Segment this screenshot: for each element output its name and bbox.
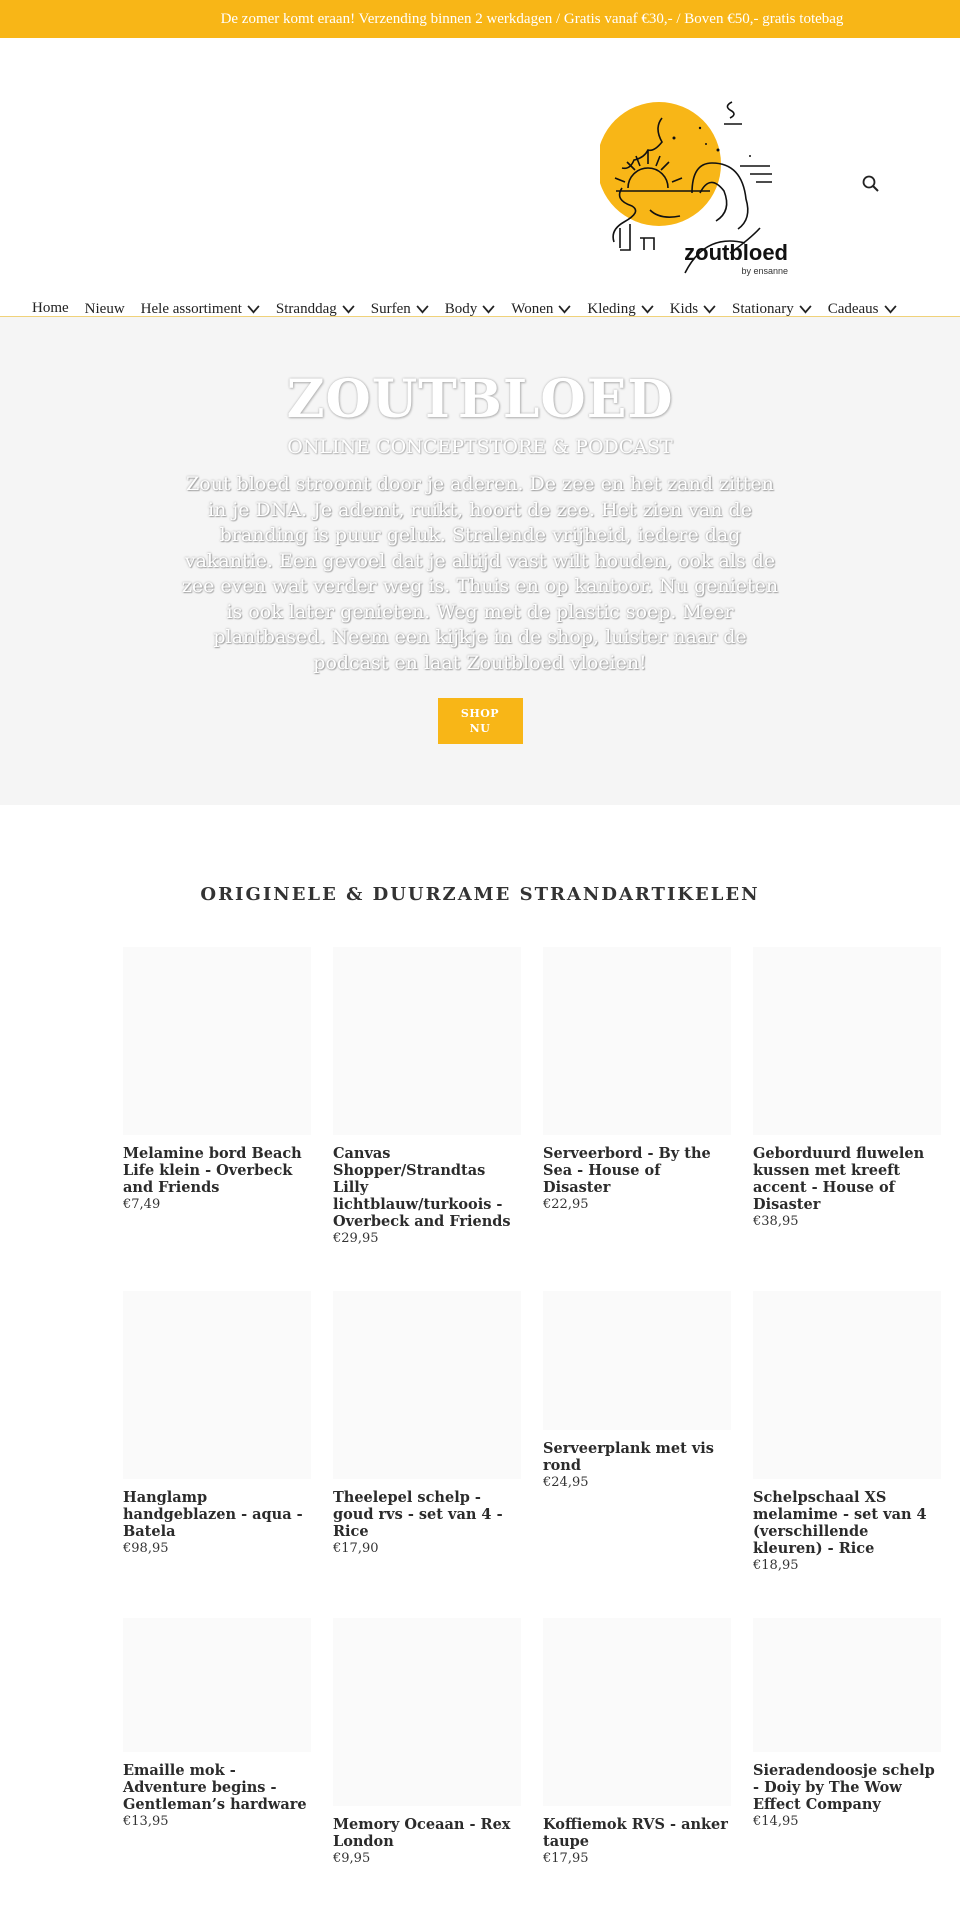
nav-item-body[interactable]: Body bbox=[445, 300, 496, 318]
product-card[interactable]: Serveerbord - By the Sea - House of Disa… bbox=[543, 947, 731, 1212]
nav-label: Surfen bbox=[370, 300, 411, 317]
product-image[interactable] bbox=[123, 1618, 311, 1752]
nav-label: Nieuw bbox=[84, 300, 125, 317]
shop-now-label: SHOP NU bbox=[460, 707, 500, 735]
zoutbloed-logo[interactable]: zoutbloed by ensanne bbox=[600, 98, 790, 284]
product-image[interactable] bbox=[753, 947, 941, 1135]
product-title[interactable]: Memory Oceaan - Rex London bbox=[333, 1816, 521, 1850]
chevron-down-icon bbox=[482, 304, 495, 314]
nav-item-surfen[interactable]: Surfen bbox=[371, 300, 429, 318]
nav-label: Stranddag bbox=[275, 300, 337, 317]
hero-banner: ZOUTBLOED ONLINE CONCEPTSTORE & PODCAST … bbox=[0, 317, 960, 805]
chevron-down-icon bbox=[342, 304, 355, 314]
product-image[interactable] bbox=[333, 1291, 521, 1479]
product-price: €38,95 bbox=[753, 1214, 799, 1229]
chevron-down-icon bbox=[703, 304, 716, 314]
chevron-down-icon bbox=[883, 304, 897, 314]
product-price: €98,95 bbox=[123, 1541, 169, 1556]
site-header: zoutbloed by ensanne Home Nieuw Hele assor… bbox=[0, 38, 960, 318]
product-price: €7,49 bbox=[123, 1197, 161, 1212]
product-price: €24,95 bbox=[543, 1475, 589, 1490]
nav-label: Hele assortiment bbox=[140, 300, 242, 317]
product-image[interactable] bbox=[123, 1291, 311, 1479]
product-title[interactable]: Serveerplank met vis rond bbox=[543, 1440, 731, 1474]
product-image[interactable] bbox=[753, 1291, 941, 1479]
product-price: €22,95 bbox=[543, 1197, 589, 1212]
nav-item-cadeaus[interactable]: Cadeaus bbox=[828, 300, 897, 318]
product-card[interactable]: Hanglamp handgeblazen - aqua - Batela €98… bbox=[123, 1291, 311, 1556]
product-image[interactable] bbox=[753, 1618, 941, 1752]
shop-now-button[interactable]: SHOP NU bbox=[437, 698, 523, 744]
product-image[interactable] bbox=[123, 947, 311, 1135]
product-title[interactable]: Melamine bord Beach Life klein - Overbec… bbox=[123, 1145, 311, 1196]
product-price: €14,95 bbox=[753, 1814, 799, 1829]
hero-title: ZOUTBLOED bbox=[286, 369, 674, 430]
nav-item-wonen[interactable]: Wonen bbox=[511, 300, 571, 318]
section-title: ORIGINELE & DUURZAME STRANDARTIKELEN bbox=[200, 884, 760, 905]
product-card[interactable]: Koffiemok RVS - anker taupe €17,95 bbox=[543, 1618, 731, 1866]
product-price: €17,90 bbox=[333, 1541, 379, 1556]
product-card[interactable]: Serveerplank met vis rond €24,95 bbox=[543, 1291, 731, 1490]
product-price: €13,95 bbox=[123, 1814, 169, 1829]
product-grid: Melamine bord Beach Life klein - Overbec… bbox=[123, 947, 941, 1911]
product-card[interactable]: Schelpschaal XS melamime - set van 4 (ve… bbox=[753, 1291, 941, 1573]
search-icon[interactable] bbox=[861, 174, 881, 194]
product-card[interactable]: Canvas Shopper/Strandtas Lilly lichtblau… bbox=[333, 947, 521, 1246]
chevron-down-icon bbox=[416, 304, 429, 314]
product-title[interactable]: Sieradendoosje schelp - Doiy by The Wow … bbox=[753, 1762, 941, 1813]
product-image[interactable] bbox=[333, 947, 521, 1135]
logo-wordmark: zoutbloed bbox=[684, 240, 788, 265]
product-card[interactable]: Emaille mok -Adventure begins - Gentlema… bbox=[123, 1618, 311, 1829]
main-nav: Home Nieuw Hele assortiment Stranddag Surfen… bbox=[32, 300, 897, 318]
product-title[interactable]: Geborduurd fluwelen kussen met kreeft ac… bbox=[753, 1145, 941, 1213]
product-title[interactable]: Koffiemok RVS - anker taupe bbox=[543, 1816, 731, 1850]
nav-label: Kids bbox=[669, 300, 699, 317]
nav-item-hele-assortiment[interactable]: Hele assortiment bbox=[141, 300, 260, 318]
nav-label: Wonen bbox=[511, 300, 554, 317]
nav-label: Stationary bbox=[732, 300, 794, 317]
product-price: €29,95 bbox=[333, 1231, 379, 1246]
product-title[interactable]: Serveerbord - By the Sea - House of Disa… bbox=[543, 1145, 731, 1196]
product-card[interactable]: Geborduurd fluwelen kussen met kreeft ac… bbox=[753, 947, 941, 1229]
announcement-text: De zomer komt eraan! Verzending binnen 2… bbox=[220, 10, 844, 27]
product-price: €17,95 bbox=[543, 1851, 589, 1866]
product-title[interactable]: Hanglamp handgeblazen - aqua - Batela bbox=[123, 1489, 311, 1540]
nav-item-nieuw[interactable]: Nieuw bbox=[85, 300, 125, 318]
product-price: €9,95 bbox=[333, 1851, 371, 1866]
product-card[interactable]: Melamine bord Beach Life klein - Overbec… bbox=[123, 947, 311, 1212]
logo-tagline: by ensanne bbox=[741, 266, 788, 276]
product-card[interactable]: Sieradendoosje schelp - Doiy by The Wow … bbox=[753, 1618, 941, 1829]
product-row: Melamine bord Beach Life klein - Overbec… bbox=[123, 947, 941, 1246]
nav-label: Body bbox=[444, 300, 478, 317]
nav-item-stranddag[interactable]: Stranddag bbox=[276, 300, 355, 318]
nav-label: Home bbox=[32, 300, 69, 318]
nav-item-stationary[interactable]: Stationary bbox=[732, 300, 812, 318]
chevron-down-icon bbox=[641, 304, 654, 314]
hero-text: Zout bloed stroomt door je aderen. De ze… bbox=[181, 473, 779, 674]
nav-item-kleding[interactable]: Kleding bbox=[587, 300, 654, 318]
product-title[interactable]: Schelpschaal XS melamime - set van 4 (ve… bbox=[753, 1489, 941, 1557]
product-card[interactable]: Memory Oceaan - Rex London €9,95 bbox=[333, 1618, 521, 1866]
nav-item-home[interactable]: Home bbox=[32, 300, 69, 318]
product-image[interactable] bbox=[543, 1291, 731, 1430]
product-title[interactable]: Theelepel schelp - goud rvs - set van 4 … bbox=[333, 1489, 521, 1540]
product-card[interactable]: Theelepel schelp - goud rvs - set van 4 … bbox=[333, 1291, 521, 1556]
announcement-bar: De zomer komt eraan! Verzending binnen 2… bbox=[0, 0, 960, 38]
product-row: Hanglamp handgeblazen - aqua - Batela €98… bbox=[123, 1291, 941, 1573]
product-title[interactable]: Emaille mok -Adventure begins - Gentlema… bbox=[123, 1762, 311, 1813]
product-title[interactable]: Canvas Shopper/Strandtas Lilly lichtblau… bbox=[333, 1145, 521, 1230]
hero-subtitle: ONLINE CONCEPTSTORE & PODCAST bbox=[287, 436, 673, 458]
nav-item-kids[interactable]: Kids bbox=[670, 300, 716, 318]
nav-label: Kleding bbox=[587, 300, 636, 317]
nav-label: Cadeaus bbox=[827, 300, 879, 317]
product-row: Emaille mok -Adventure begins - Gentlema… bbox=[123, 1618, 941, 1866]
chevron-down-icon bbox=[247, 304, 260, 314]
chevron-down-icon bbox=[799, 304, 812, 314]
product-image[interactable] bbox=[543, 1618, 731, 1806]
chevron-down-icon bbox=[558, 304, 571, 314]
product-image[interactable] bbox=[333, 1618, 521, 1806]
product-price: €18,95 bbox=[753, 1558, 799, 1573]
product-image[interactable] bbox=[543, 947, 731, 1135]
